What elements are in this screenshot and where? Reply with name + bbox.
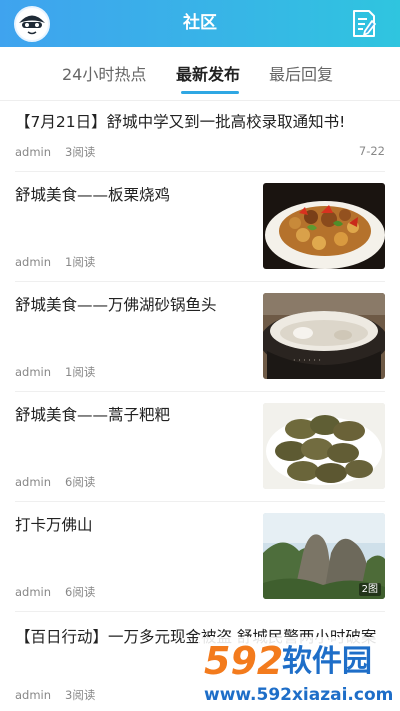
page-title: 社区 [183, 13, 217, 33]
post-item[interactable]: 舒城美食——蒿子粑粑 admin 6阅读 [15, 392, 385, 502]
tab-latest[interactable]: 最新发布 [176, 61, 240, 85]
post-title[interactable]: 打卡万佛山 [15, 513, 245, 538]
svg-text:· · · · · ·: · · · · · · [293, 356, 321, 365]
post-title[interactable]: 舒城美食——万佛湖砂锅鱼头 [15, 293, 245, 318]
post-title[interactable]: 舒城美食——蒿子粑粑 [15, 403, 245, 428]
post-meta: admin 6阅读 [15, 584, 95, 600]
post-author: admin [15, 688, 52, 702]
post-meta: admin 1阅读 [15, 254, 95, 270]
post-reads: 3阅读 [65, 688, 96, 702]
tab-last-reply[interactable]: 最后回复 [269, 61, 333, 85]
top-app-bar: 社区 [0, 0, 400, 47]
post-reads: 6阅读 [65, 475, 96, 489]
post-item[interactable]: 舒城美食——板栗烧鸡 admin 1阅读 [15, 172, 385, 282]
image-count-badge: 2图 [358, 583, 381, 596]
post-meta: admin 3阅读 [15, 687, 95, 703]
post-author: admin [15, 365, 52, 379]
compose-post-icon[interactable] [350, 9, 378, 39]
watermark-logo-text: 软件园 [282, 644, 372, 679]
post-meta: admin 3阅读 [15, 144, 95, 160]
post-date: 7-22 [358, 144, 385, 158]
post-item[interactable]: 【7月21日】舒城中学又到一批高校录取通知书! admin 3阅读 7-22 [15, 101, 385, 172]
post-title[interactable]: 舒城美食——板栗烧鸡 [15, 183, 245, 208]
post-reads: 6阅读 [65, 585, 96, 599]
post-author: admin [15, 585, 52, 599]
post-thumbnail[interactable] [263, 403, 385, 489]
feed-tabs: 24小时热点 最新发布 最后回复 [0, 47, 400, 101]
post-thumbnail[interactable]: · · · · · · [263, 293, 385, 379]
post-author: admin [15, 145, 52, 159]
post-reads: 1阅读 [65, 255, 96, 269]
post-item[interactable]: 打卡万佛山 admin 6阅读 2图 [15, 502, 385, 612]
post-meta: admin 1阅读 [15, 364, 95, 380]
post-reads: 1阅读 [65, 365, 96, 379]
post-thumbnail[interactable] [263, 183, 385, 269]
post-reads: 3阅读 [65, 145, 96, 159]
post-author: admin [15, 475, 52, 489]
tab-24h-hot[interactable]: 24小时热点 [62, 61, 146, 85]
post-item[interactable]: 舒城美食——万佛湖砂锅鱼头 admin 1阅读 · · · · · · [15, 282, 385, 392]
active-tab-indicator [181, 91, 239, 94]
post-title[interactable]: 【7月21日】舒城中学又到一批高校录取通知书! [15, 110, 385, 135]
post-author: admin [15, 255, 52, 269]
site-watermark: 592 软件园 www.592xiazai.com [198, 637, 400, 711]
watermark-logo-digits: 592 [204, 639, 284, 683]
watermark-url: www.592xiazai.com [204, 685, 394, 705]
post-thumbnail[interactable]: 2图 [263, 513, 385, 599]
post-meta: admin 6阅读 [15, 474, 95, 490]
